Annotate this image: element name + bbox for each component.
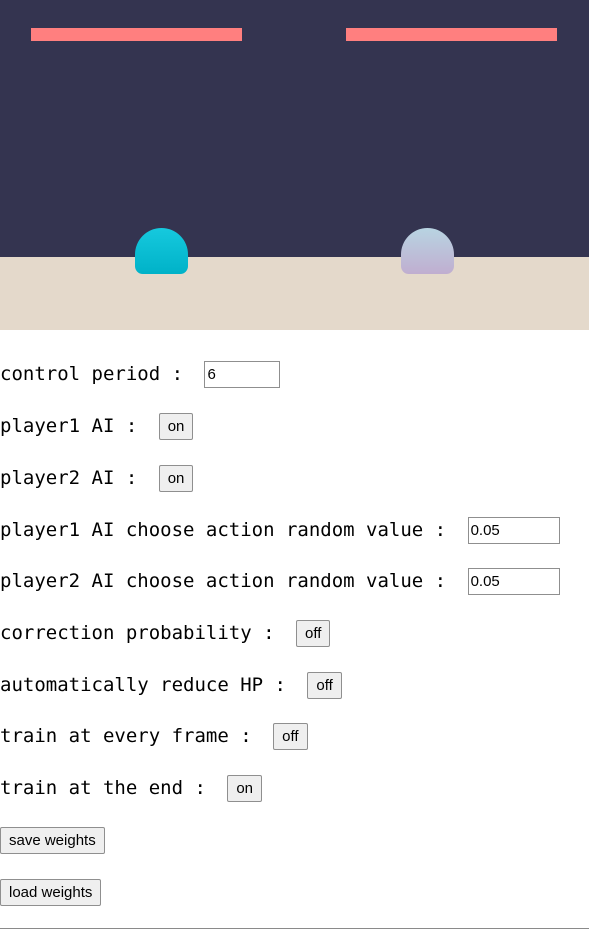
ground [0,257,589,330]
player1-ai-row: player1 AI : on [0,412,194,440]
game-canvas [0,0,589,330]
correction-probability-toggle-button[interactable]: off [295,619,331,647]
auto-reduce-hp-label: automatically reduce HP : [0,674,298,696]
divider [0,928,589,929]
player1-ai-toggle-button[interactable]: on [158,412,194,440]
train-every-frame-row: train at every frame : off [0,722,308,750]
player2-ai-label: player2 AI : [0,467,149,489]
player2-random-input[interactable] [467,567,560,595]
player1-random-label: player1 AI choose action random value : [0,519,458,541]
control-period-input[interactable] [204,360,281,388]
player1-hp-bar [31,28,242,41]
train-every-frame-toggle-button[interactable]: off [273,722,308,750]
load-weights-button[interactable]: load weights [0,878,102,906]
control-period-row: control period : [0,360,281,388]
player2-hp-bar [346,28,557,41]
player1-random-input[interactable] [467,516,560,544]
control-period-label: control period : [0,363,195,385]
player1-blob [135,228,188,274]
train-every-frame-label: train at every frame : [0,725,264,747]
player1-hp-fill [31,28,242,41]
player2-ai-row: player2 AI : on [0,464,194,492]
train-at-end-toggle-button[interactable]: on [227,774,263,802]
auto-reduce-hp-toggle-button[interactable]: off [307,671,342,699]
player1-random-row: player1 AI choose action random value : [0,516,560,544]
train-at-end-row: train at the end : on [0,774,263,802]
player2-random-row: player2 AI choose action random value : [0,567,560,595]
train-at-end-label: train at the end : [0,777,218,799]
save-weights-button[interactable]: save weights [0,826,105,854]
player1-ai-label: player1 AI : [0,415,149,437]
correction-probability-label: correction probability : [0,622,286,644]
player2-blob [401,228,454,274]
player2-hp-fill [346,28,557,41]
player2-ai-toggle-button[interactable]: on [158,464,194,492]
load-weights-row: load weights [0,878,102,906]
player2-random-label: player2 AI choose action random value : [0,570,458,592]
correction-probability-row: correction probability : off [0,619,331,647]
save-weights-row: save weights [0,826,105,854]
auto-reduce-hp-row: automatically reduce HP : off [0,671,342,699]
